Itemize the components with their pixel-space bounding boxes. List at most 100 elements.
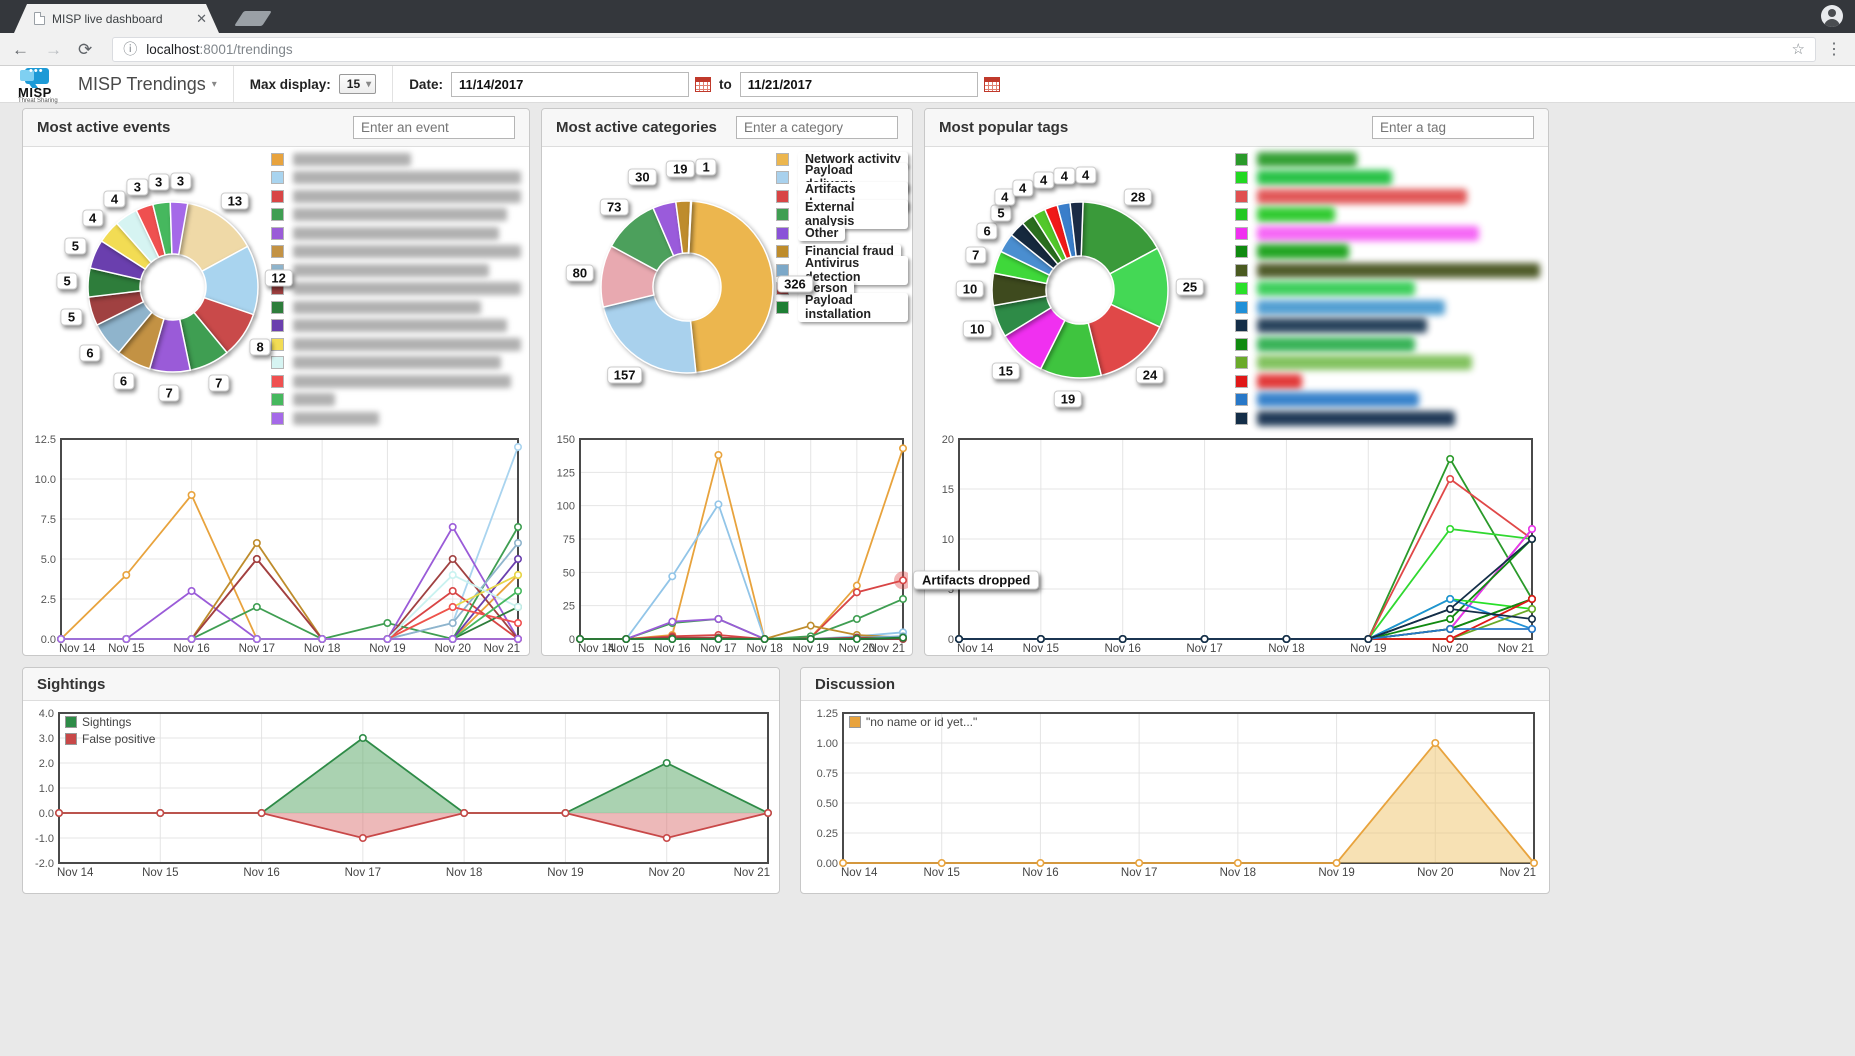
donut-value-label: 30 xyxy=(628,168,656,185)
legend-item xyxy=(1235,206,1540,225)
calendar-icon[interactable] xyxy=(695,77,711,92)
tab-close-icon[interactable]: ✕ xyxy=(196,11,207,27)
back-icon[interactable]: ← xyxy=(12,41,29,58)
svg-text:Nov 16: Nov 16 xyxy=(1104,643,1140,655)
svg-text:0.0: 0.0 xyxy=(39,808,54,820)
svg-text:Nov 17: Nov 17 xyxy=(1186,643,1222,655)
browser-profile-avatar[interactable] xyxy=(1821,5,1843,27)
address-bar[interactable]: ⓘ localhost :8001/trendings ☆ xyxy=(112,37,1816,62)
date-from-input[interactable] xyxy=(451,72,689,97)
svg-text:5.0: 5.0 xyxy=(41,554,56,566)
svg-text:Nov 15: Nov 15 xyxy=(608,643,644,655)
legend-item xyxy=(1235,243,1540,262)
legend-blurred-text xyxy=(293,319,507,332)
svg-text:10.0: 10.0 xyxy=(35,474,56,486)
legend-item xyxy=(1235,409,1540,428)
category-search-input[interactable] xyxy=(736,116,898,139)
svg-text:Nov 20: Nov 20 xyxy=(648,867,684,879)
donut-value-label: 73 xyxy=(600,199,628,216)
donut-value-label: 7 xyxy=(965,247,986,264)
legend-swatch-icon xyxy=(65,733,77,745)
legend-swatch-icon xyxy=(849,716,861,728)
donut-value-label: 6 xyxy=(79,344,100,361)
svg-text:Nov 14: Nov 14 xyxy=(957,643,994,655)
legend-blurred-text xyxy=(1257,152,1357,167)
donut-value-label: 6 xyxy=(976,223,997,240)
legend-blurred-text xyxy=(293,412,379,425)
svg-text:Nov 19: Nov 19 xyxy=(792,643,828,655)
svg-text:Nov 15: Nov 15 xyxy=(142,867,178,879)
forward-icon[interactable]: → xyxy=(45,41,62,58)
svg-text:2.0: 2.0 xyxy=(39,758,54,770)
svg-text:0: 0 xyxy=(948,634,954,646)
panel-title: Discussion xyxy=(815,676,895,693)
legend-blurred-text xyxy=(1257,263,1540,278)
legend-item xyxy=(271,409,521,428)
svg-text:Nov 19: Nov 19 xyxy=(547,867,583,879)
legend-item xyxy=(1235,169,1540,188)
legend-blurred-text xyxy=(1257,337,1415,352)
legend-swatch-icon xyxy=(1235,208,1248,221)
legend-swatch-icon xyxy=(271,356,284,369)
legend-swatch-icon xyxy=(1235,190,1248,203)
bookmark-star-icon[interactable]: ☆ xyxy=(1792,40,1805,58)
legend-swatch-icon xyxy=(1235,356,1248,369)
legend-blurred-text xyxy=(1257,207,1335,222)
legend-swatch-icon xyxy=(1235,245,1248,258)
svg-text:Nov 20: Nov 20 xyxy=(1432,643,1468,655)
browser-window: MISP live dashboard ✕ ← → ⟳ ⓘ localhost … xyxy=(0,0,1855,1056)
discussion-area-chart: 0.000.250.500.751.001.25Nov 14Nov 15Nov … xyxy=(801,701,1549,884)
legend-swatch-icon xyxy=(271,153,284,166)
donut-value-label: 157 xyxy=(607,367,643,384)
legend-swatch-icon xyxy=(271,393,284,406)
donut-value-label: 10 xyxy=(963,321,991,338)
browser-menu-icon[interactable]: ⋮ xyxy=(1826,39,1843,59)
svg-text:Nov 21: Nov 21 xyxy=(1498,643,1534,655)
svg-text:Nov 19: Nov 19 xyxy=(1318,867,1354,879)
chart-tooltip: Artifacts dropped xyxy=(913,571,1039,590)
svg-text:Nov 15: Nov 15 xyxy=(108,643,144,655)
svg-text:Nov 17: Nov 17 xyxy=(239,643,275,655)
page-info-icon[interactable]: ⓘ xyxy=(123,39,137,59)
legend-blurred-text xyxy=(1257,170,1392,185)
chevron-down-icon: ▾ xyxy=(366,79,371,90)
legend-label: Sightings xyxy=(82,715,131,729)
svg-text:Nov 14: Nov 14 xyxy=(59,643,96,655)
svg-text:0.0: 0.0 xyxy=(41,634,56,646)
legend-item xyxy=(271,169,521,188)
svg-text:Nov 14: Nov 14 xyxy=(841,867,878,879)
svg-text:0.50: 0.50 xyxy=(817,798,838,810)
legend-swatch-icon xyxy=(776,190,789,203)
date-to-input[interactable] xyxy=(740,72,978,97)
page-favicon-icon xyxy=(34,12,45,25)
legend-swatch-icon xyxy=(271,171,284,184)
donut-value-label: 24 xyxy=(1136,366,1164,383)
svg-text:Nov 21: Nov 21 xyxy=(734,867,770,879)
legend-item xyxy=(271,372,521,391)
app-title-menu[interactable]: MISP Trendings xyxy=(78,74,206,95)
svg-text:10: 10 xyxy=(942,534,954,546)
brand-section: MISP Threat Sharing MISP Trendings ▾ xyxy=(0,66,233,102)
legend-blurred-text xyxy=(1257,318,1427,333)
legend-label: "no name or id yet..." xyxy=(866,715,977,729)
legend-blurred-text xyxy=(293,282,521,295)
sightings-area-chart: -2.0-1.00.01.02.03.04.0Nov 14Nov 15Nov 1… xyxy=(23,701,779,884)
svg-text:125: 125 xyxy=(557,467,575,479)
tag-search-input[interactable] xyxy=(1372,116,1534,139)
calendar-icon[interactable] xyxy=(984,77,1000,92)
new-tab-button[interactable] xyxy=(234,11,272,26)
svg-text:7.5: 7.5 xyxy=(41,514,56,526)
categories-donut-chart: 326157807330191 xyxy=(542,147,787,433)
svg-text:-1.0: -1.0 xyxy=(35,833,54,845)
svg-text:Nov 18: Nov 18 xyxy=(446,867,482,879)
max-display-select[interactable]: 15 ▾ xyxy=(339,74,376,94)
browser-tab[interactable]: MISP live dashboard ✕ xyxy=(14,4,219,33)
legend-swatch-icon xyxy=(1235,319,1248,332)
svg-text:2.5: 2.5 xyxy=(41,594,56,606)
refresh-icon[interactable]: ⟳ xyxy=(78,41,92,58)
donut-value-label: 5 xyxy=(990,205,1011,222)
event-search-input[interactable] xyxy=(353,116,515,139)
donut-value-label: 13 xyxy=(221,192,249,209)
legend-swatch-icon xyxy=(271,301,284,314)
svg-text:1.0: 1.0 xyxy=(39,783,54,795)
